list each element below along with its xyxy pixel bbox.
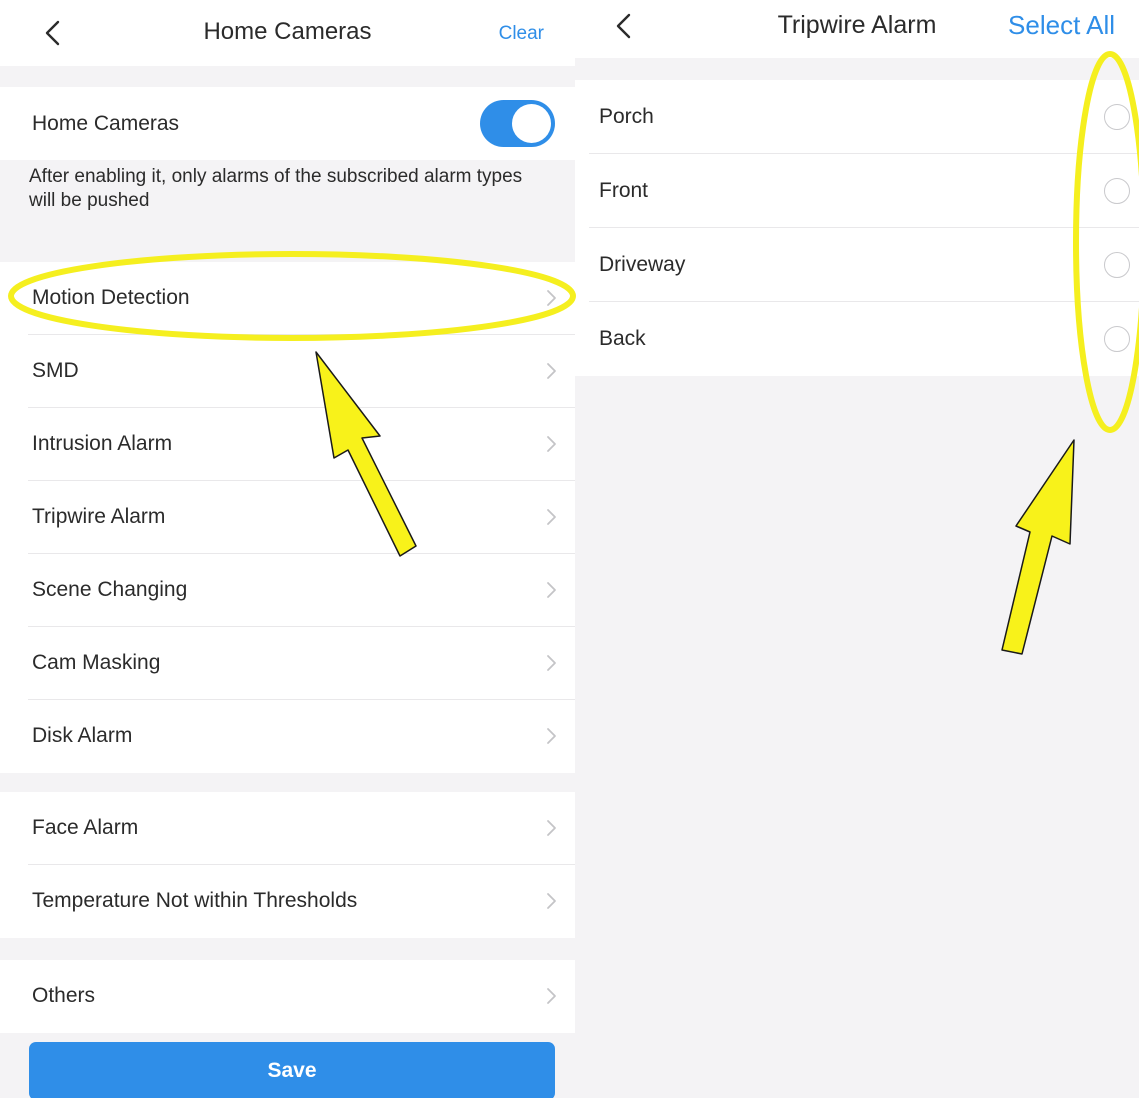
menu-item-tripwire-alarm[interactable]: Tripwire Alarm — [0, 481, 575, 554]
menu-item-scene-changing[interactable]: Scene Changing — [0, 554, 575, 627]
save-button-label: Save — [267, 1059, 317, 1082]
channel-item-front[interactable]: Front — [575, 154, 1139, 228]
menu-item-label: Tripwire Alarm — [32, 505, 166, 528]
menu-item-disk-alarm[interactable]: Disk Alarm — [0, 700, 575, 773]
menu-item-label: SMD — [32, 359, 79, 382]
menu-item-temperature-thresholds[interactable]: Temperature Not within Thresholds — [0, 865, 575, 938]
chevron-right-icon — [546, 819, 557, 837]
chevron-right-icon — [546, 289, 557, 307]
page-title: Home Cameras — [203, 18, 372, 45]
menu-item-others[interactable]: Others — [0, 960, 575, 1033]
chevron-right-icon — [546, 727, 557, 745]
menu-item-label: Cam Masking — [32, 651, 161, 674]
chevron-right-icon — [546, 892, 557, 910]
channel-item-porch[interactable]: Porch — [575, 80, 1139, 154]
channel-label: Back — [599, 327, 646, 350]
alarm-type-group-2: Face Alarm Temperature Not within Thresh… — [0, 792, 575, 938]
channel-list: Porch Front Driveway Back — [575, 80, 1139, 376]
menu-item-intrusion-alarm[interactable]: Intrusion Alarm — [0, 408, 575, 481]
menu-item-label: Motion Detection — [32, 286, 190, 309]
home-cameras-switch[interactable] — [480, 100, 555, 147]
menu-item-smd[interactable]: SMD — [0, 335, 575, 408]
menu-item-label: Scene Changing — [32, 578, 188, 601]
radio-circle-icon[interactable] — [1104, 252, 1130, 278]
menu-item-cam-masking[interactable]: Cam Masking — [0, 627, 575, 700]
channel-label: Front — [599, 179, 649, 202]
navigation-bar: Tripwire Alarm Select All — [575, 0, 1139, 58]
chevron-right-icon — [546, 987, 557, 1005]
chevron-right-icon — [546, 435, 557, 453]
radio-circle-icon[interactable] — [1104, 178, 1130, 204]
clear-button[interactable]: Clear — [499, 23, 544, 45]
helper-text: After enabling it, only alarms of the su… — [29, 166, 523, 211]
save-button[interactable]: Save — [29, 1042, 555, 1098]
menu-item-motion-detection[interactable]: Motion Detection — [0, 262, 575, 335]
alarm-type-group-3: Others — [0, 960, 575, 1033]
channel-label: Driveway — [599, 253, 686, 276]
select-all-button[interactable]: Select All — [1008, 10, 1115, 41]
radio-circle-icon[interactable] — [1104, 326, 1130, 352]
chevron-right-icon — [546, 581, 557, 599]
switch-knob — [512, 104, 551, 143]
toggle-label: Home Cameras — [32, 112, 180, 135]
menu-item-label: Intrusion Alarm — [32, 432, 173, 455]
chevron-right-icon — [546, 362, 557, 380]
alarm-type-group: Motion Detection SMD Intrusion Alarm Tri… — [0, 262, 575, 773]
channel-item-back[interactable]: Back — [575, 302, 1139, 376]
channel-label: Porch — [599, 105, 654, 128]
chevron-right-icon — [546, 654, 557, 672]
home-cameras-screen: Home Cameras Clear Home Cameras After en… — [0, 0, 575, 1098]
menu-item-label: Others — [32, 984, 96, 1007]
navigation-bar: Home Cameras Clear — [0, 0, 575, 66]
tripwire-alarm-screen: Tripwire Alarm Select All Porch Front Dr… — [575, 0, 1139, 1098]
back-chevron-icon[interactable] — [40, 19, 66, 47]
menu-item-label: Face Alarm — [32, 816, 139, 839]
radio-circle-icon[interactable] — [1104, 104, 1130, 130]
back-chevron-icon[interactable] — [611, 12, 637, 40]
menu-item-label: Disk Alarm — [32, 724, 133, 747]
channel-item-driveway[interactable]: Driveway — [575, 228, 1139, 302]
menu-item-label: Temperature Not within Thresholds — [32, 889, 358, 912]
menu-item-face-alarm[interactable]: Face Alarm — [0, 792, 575, 865]
chevron-right-icon — [546, 508, 557, 526]
